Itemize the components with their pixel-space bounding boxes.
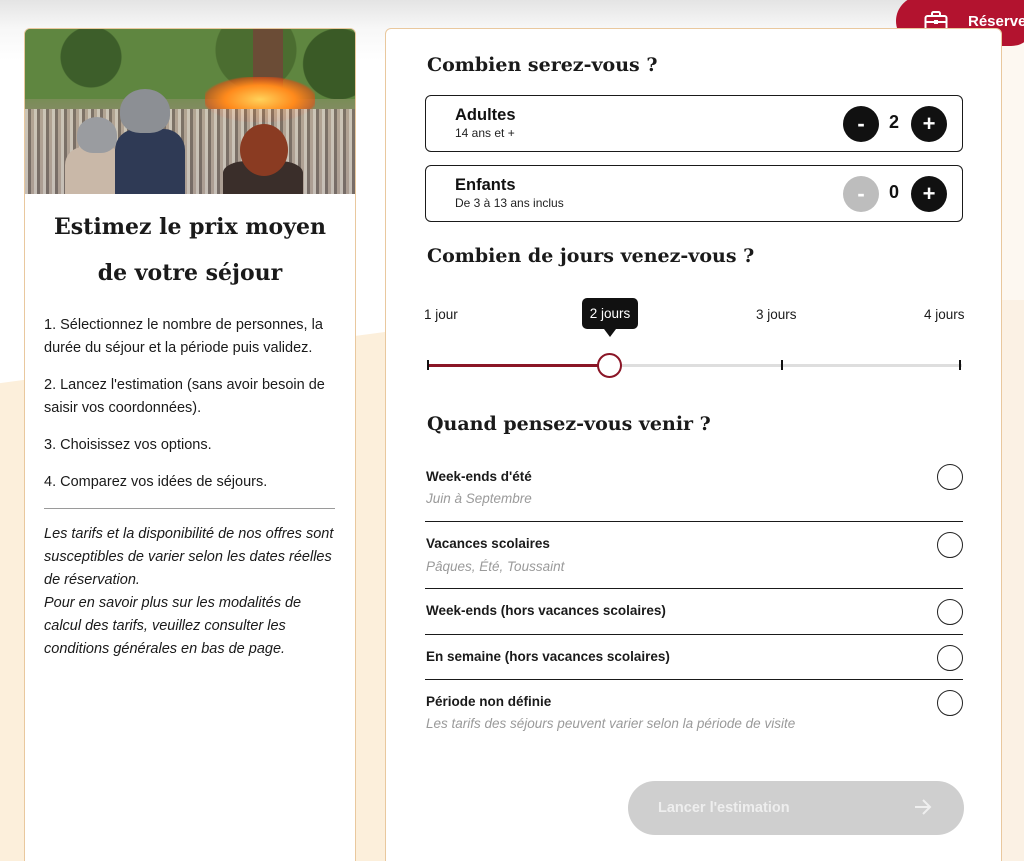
period-option-hint: Les tarifs des séjours peuvent varier se… xyxy=(426,716,796,731)
adults-increment-button[interactable]: + xyxy=(911,106,947,142)
radio-button[interactable] xyxy=(937,532,963,558)
adults-counter: Adultes 14 ans et + - 2 + xyxy=(425,95,963,152)
disclaimer-line: Pour en savoir plus sur les modalités de… xyxy=(44,595,302,657)
slider-tick xyxy=(427,360,429,370)
period-option-label: Vacances scolaires xyxy=(426,536,550,551)
step-item: 3. Choisissez vos options. xyxy=(44,437,212,453)
info-card: Estimez le prix moyen de votre séjour 1.… xyxy=(24,28,356,861)
adults-count: 2 xyxy=(888,112,899,132)
divider xyxy=(425,521,963,522)
background-cream-edge xyxy=(1000,300,1024,861)
steps-list: 1. Sélectionnez le nombre de personnes, … xyxy=(25,296,355,494)
step-item: 4. Comparez vos idées de séjours. xyxy=(44,474,268,490)
children-decrement-button[interactable]: - xyxy=(843,176,879,212)
people-section-title: Combien serez-vous ? xyxy=(427,54,658,76)
hero-image xyxy=(25,29,355,194)
period-option-label: Week-ends (hors vacances scolaires) xyxy=(426,603,666,618)
period-option-hint: Pâques, Été, Toussaint xyxy=(426,559,565,574)
radio-button[interactable] xyxy=(937,464,963,490)
children-sub: De 3 à 13 ans inclus xyxy=(455,196,564,210)
period-option-label: En semaine (hors vacances scolaires) xyxy=(426,649,670,664)
divider xyxy=(425,679,963,680)
launch-estimate-button[interactable]: Lancer l'estimation xyxy=(628,781,964,835)
days-slider-fill xyxy=(427,364,609,367)
background-decoration xyxy=(1000,40,1024,300)
period-option-label: Période non définie xyxy=(426,694,552,709)
launch-estimate-label: Lancer l'estimation xyxy=(658,800,790,816)
days-slider-thumb[interactable] xyxy=(597,353,622,378)
adults-decrement-button[interactable]: - xyxy=(843,106,879,142)
days-section-title: Combien de jours venez-vous ? xyxy=(427,245,755,267)
children-count: 0 xyxy=(888,182,899,202)
days-option-label[interactable]: 4 jours xyxy=(924,307,965,322)
period-option-label: Week-ends d'été xyxy=(426,469,532,484)
days-tooltip: 2 jours xyxy=(582,298,638,337)
radio-button[interactable] xyxy=(937,645,963,671)
disclaimer-line: Les tarifs et la disponibilité de nos of… xyxy=(44,526,334,588)
divider xyxy=(425,634,963,635)
step-item: 1. Sélectionnez le nombre de personnes, … xyxy=(44,317,323,356)
period-section-title: Quand pensez-vous venir ? xyxy=(427,413,711,435)
slider-tick xyxy=(959,360,961,370)
divider xyxy=(425,588,963,589)
estimator-panel: Combien serez-vous ? Adultes 14 ans et +… xyxy=(385,28,1002,861)
reserve-label: Réserve xyxy=(968,12,1024,30)
radio-button[interactable] xyxy=(937,599,963,625)
days-option-label[interactable]: 3 jours xyxy=(756,307,797,322)
adults-sub: 14 ans et + xyxy=(455,126,515,140)
days-option-label[interactable]: 1 jour xyxy=(424,307,458,322)
children-label: Enfants xyxy=(455,176,516,194)
card-title: Estimez le prix moyen de votre séjour xyxy=(54,214,326,286)
children-increment-button[interactable]: + xyxy=(911,176,947,212)
disclaimer: Les tarifs et la disponibilité de nos of… xyxy=(25,509,355,661)
step-item: 2. Lancez l'estimation (sans avoir besoi… xyxy=(44,377,325,416)
adults-label: Adultes xyxy=(455,106,516,124)
children-counter: Enfants De 3 à 13 ans inclus - 0 + xyxy=(425,165,963,222)
arrow-right-icon xyxy=(915,799,932,815)
slider-tick xyxy=(781,360,783,370)
period-option-hint: Juin à Septembre xyxy=(426,491,532,506)
radio-button[interactable] xyxy=(937,690,963,716)
